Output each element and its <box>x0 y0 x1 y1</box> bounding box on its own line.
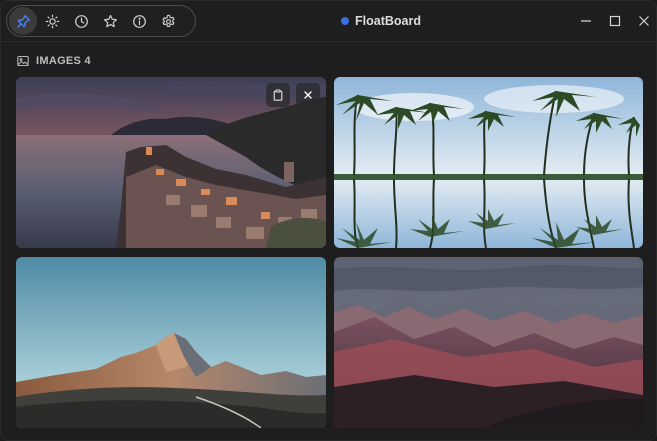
toolbar <box>6 5 196 37</box>
section-header: IMAGES 4 <box>17 53 91 69</box>
favorites-button[interactable] <box>96 7 124 35</box>
info-button[interactable] <box>125 7 153 35</box>
maximize-icon <box>609 15 620 27</box>
pin-button[interactable] <box>9 7 37 35</box>
sun-icon <box>45 14 59 28</box>
maximize-button[interactable] <box>600 1 629 41</box>
thumbnail-image <box>334 77 643 248</box>
clock-icon <box>74 14 88 28</box>
title-divider <box>1 41 656 42</box>
close-icon <box>638 16 649 26</box>
thumbnail-image <box>334 257 643 428</box>
title-bar[interactable]: FloatBoard <box>1 1 656 41</box>
app-name: FloatBoard <box>355 14 421 28</box>
image-card[interactable] <box>334 257 643 428</box>
minimize-button[interactable] <box>571 1 600 41</box>
info-icon <box>132 14 146 28</box>
image-card[interactable] <box>16 257 326 428</box>
star-icon <box>103 14 117 27</box>
thumbnail-image <box>16 257 326 428</box>
remove-image-button[interactable] <box>296 83 320 107</box>
image-card[interactable] <box>16 77 326 248</box>
theme-button[interactable] <box>38 7 66 35</box>
floatboard-window: FloatBoard IMAGES 4 <box>0 0 657 441</box>
copy-icon <box>273 89 283 101</box>
pin-icon <box>16 14 30 28</box>
history-button[interactable] <box>67 7 95 35</box>
image-actions <box>266 83 320 107</box>
window-controls <box>571 1 656 41</box>
image-card[interactable] <box>334 77 643 248</box>
status-dot <box>341 17 349 25</box>
settings-button[interactable] <box>154 7 182 35</box>
close-button[interactable] <box>629 1 656 41</box>
minimize-icon <box>580 20 591 22</box>
section-label: IMAGES 4 <box>36 55 91 67</box>
image-icon <box>17 55 29 67</box>
copy-button[interactable] <box>266 83 290 107</box>
app-title: FloatBoard <box>341 1 421 41</box>
gear-icon <box>162 14 174 27</box>
close-icon <box>304 91 312 99</box>
